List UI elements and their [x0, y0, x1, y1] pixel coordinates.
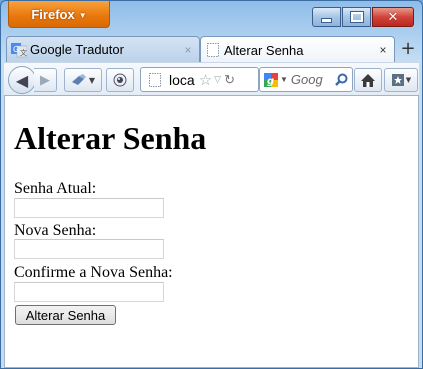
eye-icon: [113, 73, 127, 87]
maximize-button[interactable]: [342, 7, 371, 27]
confirm-password-input[interactable]: [14, 282, 164, 302]
svg-text:G: G: [13, 45, 19, 54]
bookmark-star-icon[interactable]: ☆: [199, 71, 212, 89]
browser-window: Firefox ▼ ✕ G 文 Google Tradutor × Altera…: [0, 0, 423, 369]
blank-page-icon: [207, 43, 219, 57]
close-icon: ✕: [387, 9, 399, 25]
addon-button[interactable]: ▼: [64, 68, 102, 92]
bookmarks-menu-button[interactable]: ▼: [384, 68, 418, 92]
tab-close-icon[interactable]: ×: [181, 43, 195, 57]
change-password-button[interactable]: Alterar Senha: [15, 305, 116, 325]
dropdown-arrow-icon: ▼: [88, 75, 96, 85]
tab-label: Google Tradutor: [30, 42, 124, 57]
back-button[interactable]: ◀: [8, 66, 36, 94]
google-translate-icon: G 文: [11, 42, 27, 57]
confirm-password-label: Confirme a Nova Senha:: [14, 264, 173, 281]
home-button[interactable]: [354, 68, 382, 92]
page-content: Alterar Senha Senha Atual: Nova Senha: C…: [4, 95, 419, 368]
minimize-icon: [321, 17, 332, 23]
svg-text:文: 文: [20, 48, 27, 57]
new-password-label: Nova Senha:: [14, 222, 97, 239]
new-password-input[interactable]: [14, 239, 164, 259]
bookmarks-icon: [391, 74, 404, 86]
firefox-menu-label: Firefox: [31, 6, 75, 22]
firefox-menu-button[interactable]: Firefox ▼: [8, 1, 110, 28]
toolbar-icon-button[interactable]: [106, 68, 134, 92]
dropdown-arrow-icon: ▼: [405, 76, 412, 84]
reload-icon[interactable]: ↻: [224, 72, 235, 88]
minimize-button[interactable]: [312, 7, 341, 27]
tab-alterar-senha[interactable]: Alterar Senha ×: [200, 36, 395, 63]
tab-label: Alterar Senha: [224, 42, 304, 58]
home-icon: [361, 73, 375, 87]
current-password-label: Senha Atual:: [14, 180, 97, 197]
forward-arrow-icon: ▶: [40, 72, 50, 88]
dropdown-arrow-icon: ▼: [78, 10, 87, 20]
google-logo-icon: g: [264, 72, 278, 87]
search-input[interactable]: Goog: [291, 72, 323, 87]
current-password-input[interactable]: [14, 198, 164, 218]
addon-icon: [71, 74, 86, 85]
tab-strip: G 文 Google Tradutor × Alterar Senha × +: [4, 36, 419, 63]
dropdown-arrow-icon[interactable]: ▼: [280, 75, 288, 84]
address-bar[interactable]: loca ☆ ▽ ↻: [140, 67, 259, 92]
svg-text:g: g: [267, 76, 274, 87]
window-controls: ✕: [312, 7, 414, 27]
history-dropdown-icon[interactable]: ▽: [214, 74, 221, 85]
page-icon: [149, 72, 161, 87]
navigation-toolbar: ◀ ▶ ▼ loca ☆ ▽ ↻ g ▼ Goog ▼: [4, 62, 419, 95]
forward-button[interactable]: ▶: [34, 68, 57, 92]
address-text: loca: [169, 71, 195, 88]
maximize-icon: [349, 11, 364, 23]
tab-close-icon[interactable]: ×: [376, 43, 390, 57]
new-tab-button[interactable]: +: [397, 38, 419, 60]
back-arrow-icon: ◀: [15, 70, 29, 90]
search-icon[interactable]: [335, 73, 348, 86]
close-window-button[interactable]: ✕: [372, 7, 414, 27]
search-bar[interactable]: g ▼ Goog: [259, 67, 353, 92]
page-title: Alterar Senha: [14, 120, 207, 156]
tab-google-tradutor[interactable]: G 文 Google Tradutor ×: [6, 36, 200, 62]
